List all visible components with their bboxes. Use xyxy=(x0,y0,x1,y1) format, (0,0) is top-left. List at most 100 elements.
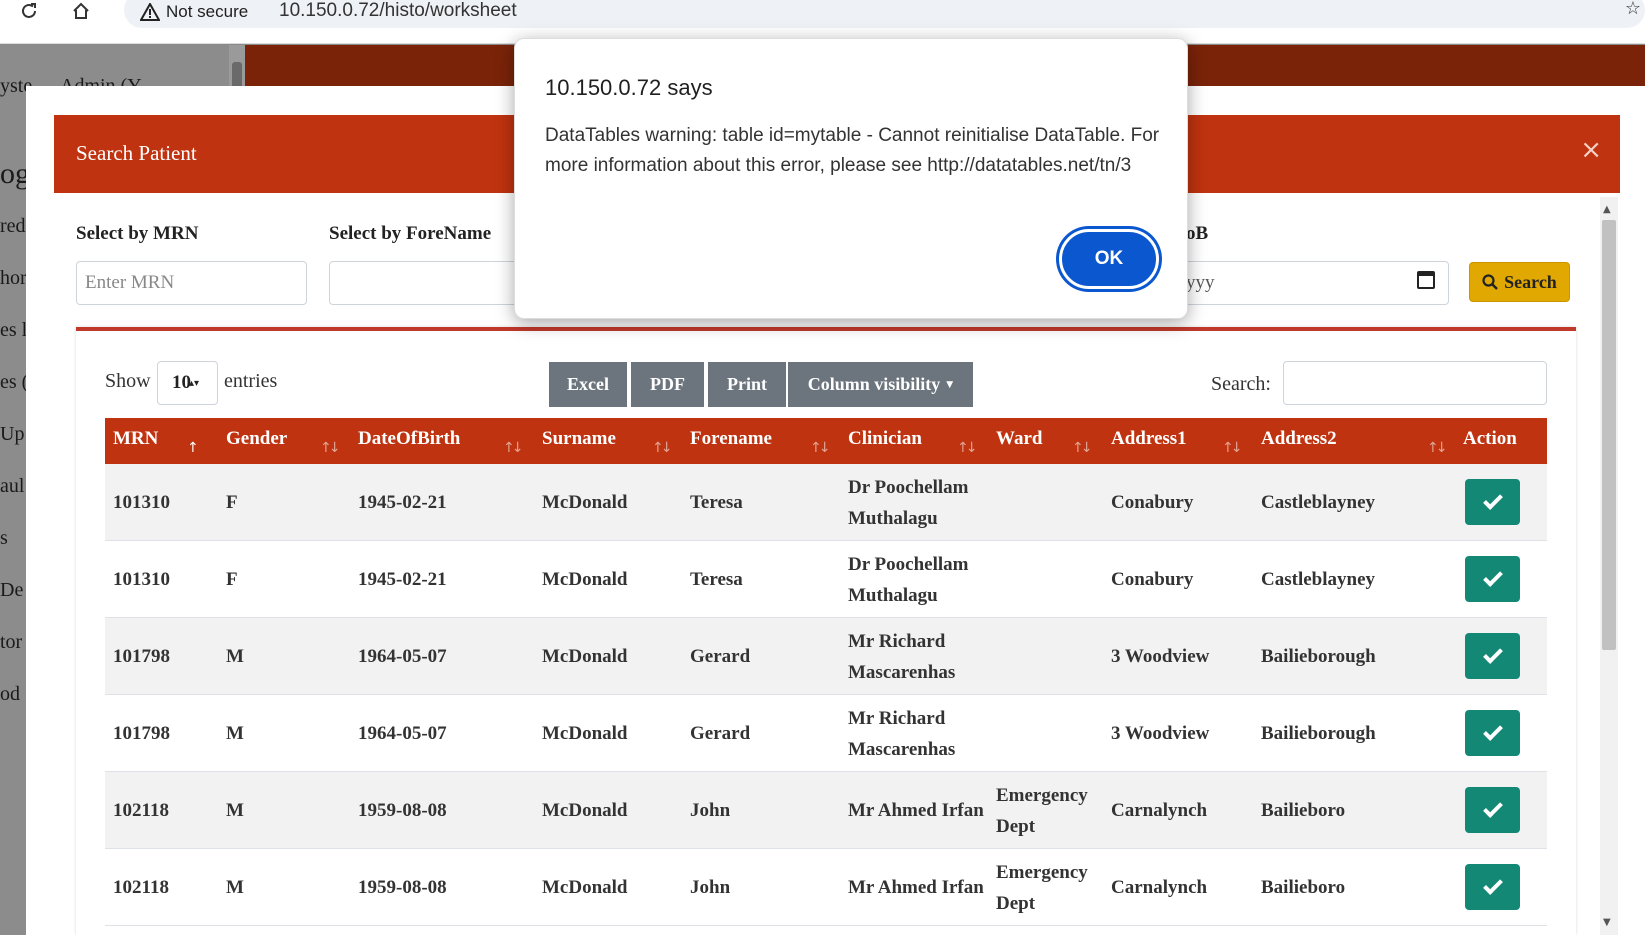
close-icon[interactable]: × xyxy=(1580,137,1602,163)
cell-clinician: Mr Richard Mascarenhas xyxy=(848,707,956,760)
table-row[interactable]: 102118 M 1959-08-08 McDonald John Mr Ahm… xyxy=(105,849,1547,926)
cell-dob: 1959-08-08 xyxy=(358,877,447,898)
show-label: Show xyxy=(105,370,151,392)
column-visibility-button[interactable]: Column visibility ▼ xyxy=(788,362,973,407)
modal-title: Search Patient xyxy=(76,141,197,165)
cell-ward: Emergency Dept xyxy=(996,784,1088,837)
sort-icon: ↑↓ xyxy=(652,440,673,456)
column-header-forename[interactable]: Forename xyxy=(690,428,772,450)
sort-icon: ↑↓ xyxy=(1222,440,1243,456)
sort-icon: ↑↓ xyxy=(957,440,978,456)
pdf-button[interactable]: PDF xyxy=(631,362,704,407)
cell-gender: M xyxy=(226,723,244,744)
entries-label: entries xyxy=(224,370,278,392)
table-row[interactable]: 102118 M 1959-08-08 McDonald John Mr Ahm… xyxy=(105,772,1547,849)
bg-text: tor xyxy=(0,631,23,653)
select-patient-button[interactable] xyxy=(1465,864,1520,910)
bg-text: es ( xyxy=(0,371,29,393)
entries-select[interactable]: 10 ▴▾ xyxy=(157,361,218,405)
cell-gender: M xyxy=(226,646,244,667)
table-header: MRN ↑ Gender ↑↓ DateOfBirth ↑↓ Surname ↑… xyxy=(105,418,1547,464)
cell-address1: Carnalynch xyxy=(1111,877,1208,898)
modal-scroll-thumb[interactable] xyxy=(1602,220,1616,650)
table-row[interactable]: 101310 F 1945-02-21 McDonald Teresa Dr P… xyxy=(105,464,1547,541)
dob-placeholder: yyy xyxy=(1186,272,1215,293)
column-header-dateofbirth[interactable]: DateOfBirth xyxy=(358,428,460,450)
forename-input[interactable] xyxy=(329,261,529,305)
cell-ward: Emergency Dept xyxy=(996,861,1088,914)
reload-icon[interactable] xyxy=(16,0,42,22)
table-body: 101310 F 1945-02-21 McDonald Teresa Dr P… xyxy=(105,464,1547,935)
cell-surname: McDonald xyxy=(542,877,628,898)
table-row[interactable]: 101798 M 1964-05-07 McDonald Gerard Mr R… xyxy=(105,618,1547,695)
alert-ok-button[interactable]: OK xyxy=(1059,229,1159,289)
table-row[interactable]: 101310 F 1945-02-21 McDonald Teresa Dr P… xyxy=(105,541,1547,618)
select-patient-button[interactable] xyxy=(1465,710,1520,756)
cell-forename: John xyxy=(690,877,731,898)
cell-clinician: Dr Poochellam Muthalagu xyxy=(848,553,969,606)
select-patient-button[interactable] xyxy=(1465,633,1520,679)
mrn-input[interactable] xyxy=(76,261,307,305)
scroll-down-icon[interactable]: ▼ xyxy=(1603,917,1611,928)
column-header-address1[interactable]: Address1 xyxy=(1111,428,1187,450)
address-bar[interactable]: Not secure 10.150.0.72/histo/worksheet ☆ xyxy=(124,0,1645,28)
table-row[interactable]: 101798 M 1964-05-07 McDonald Gerard Mr R… xyxy=(105,695,1547,772)
alert-message: DataTables warning: table id=mytable - C… xyxy=(545,125,1160,176)
cell-gender: M xyxy=(226,877,244,898)
column-header-address2[interactable]: Address2 xyxy=(1261,428,1337,450)
column-header-gender[interactable]: Gender xyxy=(226,428,287,450)
scroll-up-icon[interactable]: ▲ xyxy=(1603,204,1611,215)
cell-surname: McDonald xyxy=(542,646,628,667)
table-search-input[interactable] xyxy=(1283,361,1547,405)
cell-address2: Bailieboro xyxy=(1261,800,1346,821)
cell-address1: Carnalynch xyxy=(1111,800,1208,821)
cell-mrn: 102118 xyxy=(113,800,169,821)
select-patient-button[interactable] xyxy=(1465,556,1520,602)
cell-forename: John xyxy=(690,800,731,821)
check-icon xyxy=(1482,567,1503,587)
cell-dob: 1959-08-08 xyxy=(358,800,447,821)
print-button[interactable]: Print xyxy=(708,362,786,407)
bg-text: es l xyxy=(0,319,28,341)
home-icon[interactable] xyxy=(68,0,94,22)
cell-address1: 3 Woodview xyxy=(1111,723,1210,744)
cell-ward xyxy=(996,464,1106,541)
bookmark-star-icon[interactable]: ☆ xyxy=(1625,0,1641,19)
column-visibility-label: Column visibility xyxy=(807,374,941,394)
cell-mrn: 101310 xyxy=(113,492,170,513)
caret-down-icon: ▼ xyxy=(946,379,954,390)
cell-dob: 1964-05-07 xyxy=(358,723,447,744)
column-header-clinician[interactable]: Clinician xyxy=(848,428,922,450)
column-header-ward[interactable]: Ward xyxy=(996,428,1042,450)
cell-mrn: 101310 xyxy=(113,569,170,590)
excel-button[interactable]: Excel xyxy=(549,362,627,407)
cell-clinician: Mr Ahmed Irfan xyxy=(848,800,984,821)
cell-dob: 1945-02-21 xyxy=(358,492,447,513)
column-header-surname[interactable]: Surname xyxy=(542,428,616,450)
search-button[interactable]: Search xyxy=(1469,262,1570,302)
check-icon xyxy=(1482,644,1503,664)
search-button-label: Search xyxy=(1504,271,1557,292)
not-secure-chip[interactable]: Not secure xyxy=(140,0,248,24)
table-search-label: Search: xyxy=(1211,373,1271,395)
cell-clinician: Mr Richard Mascarenhas xyxy=(848,630,956,683)
select-patient-button[interactable] xyxy=(1465,787,1520,833)
cell-address2: Bailieborough xyxy=(1261,646,1376,667)
alert-title: 10.150.0.72 says xyxy=(545,75,713,100)
column-header-action: Action xyxy=(1463,428,1517,449)
cell-forename: Teresa xyxy=(690,569,743,590)
select-patient-button[interactable] xyxy=(1465,479,1520,525)
bg-text: De xyxy=(0,579,24,601)
url-text[interactable]: 10.150.0.72/histo/worksheet xyxy=(279,0,517,22)
cell-forename: Gerard xyxy=(690,646,751,667)
bg-text: hor xyxy=(0,267,27,289)
calendar-icon[interactable] xyxy=(1417,271,1435,289)
sort-icon: ↑↓ xyxy=(810,440,831,456)
mrn-label: Select by MRN xyxy=(76,223,199,244)
cell-surname: McDonald xyxy=(542,723,628,744)
cell-address2: Castleblayney xyxy=(1261,569,1375,590)
column-header-mrn[interactable]: MRN xyxy=(113,428,158,450)
cell-surname: McDonald xyxy=(542,800,628,821)
sort-icon: ↑↓ xyxy=(320,440,341,456)
sort-asc-icon: ↑ xyxy=(187,440,199,456)
